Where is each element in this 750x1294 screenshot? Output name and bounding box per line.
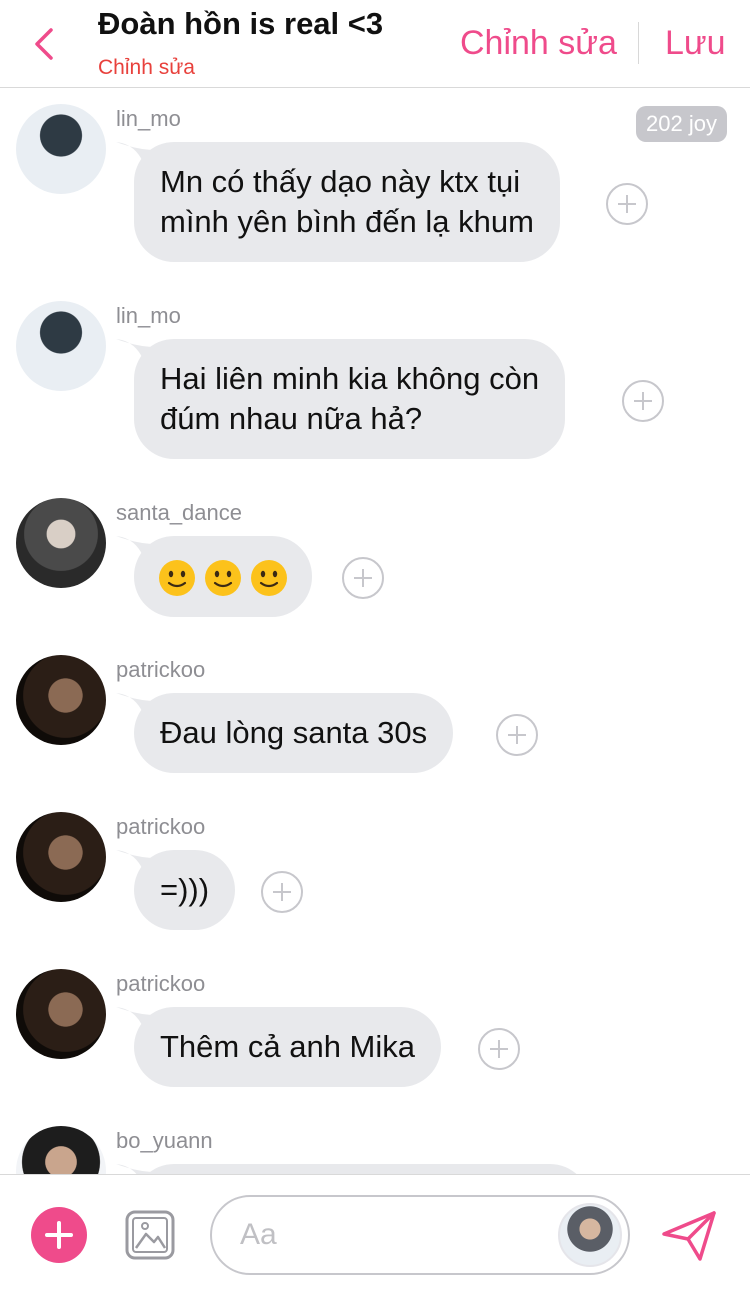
message-username: santa_dance — [116, 500, 242, 525]
patrickoo-avatar[interactable] — [16, 655, 106, 745]
message-username: lin_mo — [116, 106, 181, 131]
chevron-left-icon — [35, 28, 53, 60]
plus-icon — [273, 883, 291, 901]
santa_dance-avatar[interactable] — [16, 498, 106, 588]
message-username: bo_yuann — [116, 1128, 213, 1153]
patrickoo-avatar[interactable] — [16, 969, 106, 1059]
add-reaction-button[interactable] — [478, 1028, 520, 1070]
plus-icon — [618, 195, 636, 213]
plus-icon — [490, 1040, 508, 1058]
message-text-line: Thêm cả anh Mika — [160, 1029, 415, 1064]
add-reaction-button[interactable] — [622, 380, 664, 422]
message-input-container[interactable] — [210, 1195, 630, 1275]
plus-icon — [508, 726, 526, 744]
chat-header: Đoàn hồn is real <3 Chỉnh sửa Chỉnh sửa … — [0, 0, 750, 88]
message-bubble[interactable]: Hai liên minh kia không còn đúm nhau nữa… — [134, 339, 566, 459]
message-list[interactable]: lin_mo 202 joy Mn có thấy dạo này ktx tụ… — [0, 88, 750, 1174]
plus-icon — [45, 1221, 73, 1249]
chat-title: Đoàn hồn is real <3 — [98, 6, 384, 41]
message-username: patrickoo — [116, 814, 206, 839]
add-reaction-button[interactable] — [496, 714, 538, 756]
message-text-line: đúm nhau nữa hả? — [160, 401, 423, 436]
message-bubble[interactable]: Đau lòng santa 30s — [134, 693, 454, 773]
image-picker-button[interactable] — [124, 1209, 176, 1261]
add-button[interactable] — [31, 1207, 87, 1263]
message-username: patrickoo — [116, 657, 206, 682]
add-reaction-button[interactable] — [261, 871, 303, 913]
add-reaction-button[interactable] — [342, 557, 384, 599]
plus-icon — [354, 569, 372, 587]
message-composer — [0, 1174, 750, 1294]
slightly-smiling-face-emoji — [159, 559, 195, 596]
message-text-line: =))) — [160, 872, 210, 907]
send-icon — [662, 1211, 716, 1261]
sticker-avatar[interactable] — [558, 1203, 622, 1267]
message-bubble[interactable]: Thêm cả anh Mika — [134, 1007, 441, 1087]
bo_yuann-avatar[interactable] — [16, 1126, 106, 1174]
plus-icon — [634, 392, 652, 410]
patrickoo-avatar[interactable] — [16, 812, 106, 902]
send-button[interactable] — [660, 1207, 718, 1265]
message-text-line: Đau lòng santa 30s — [160, 715, 428, 750]
save-button[interactable]: Lưu — [665, 24, 726, 63]
message-bubble[interactable]: Mn có thấy dạo này ktx tụi mình yên bình… — [134, 142, 560, 262]
chat-subtitle[interactable]: Chỉnh sửa — [98, 56, 195, 80]
message-bubble[interactable] — [134, 536, 312, 617]
message-text-line: mình yên bình đến lạ khum — [160, 204, 534, 239]
add-reaction-button[interactable] — [606, 183, 648, 225]
lin_mo-avatar[interactable] — [16, 301, 106, 391]
message-username: lin_mo — [116, 303, 181, 328]
message-input[interactable] — [240, 1215, 540, 1255]
lin_mo-avatar[interactable] — [16, 104, 106, 194]
edit-button[interactable]: Chỉnh sửa — [460, 24, 617, 63]
image-icon — [125, 1210, 175, 1260]
chat-screen: Đoàn hồn is real <3 Chỉnh sửa Chỉnh sửa … — [0, 0, 750, 1294]
message-text-line: Mn có thấy dạo này ktx tụi — [160, 164, 521, 199]
slightly-smiling-face-emoji — [251, 559, 287, 596]
back-button[interactable] — [22, 20, 66, 68]
message-bubble[interactable]: =))) — [134, 850, 236, 930]
header-divider — [638, 22, 639, 64]
joy-points-badge: 202 joy — [636, 106, 727, 142]
message-bubble[interactable] — [134, 1164, 590, 1174]
message-username: patrickoo — [116, 971, 206, 996]
message-text-line: Hai liên minh kia không còn — [160, 361, 540, 396]
slightly-smiling-face-emoji — [205, 559, 241, 596]
